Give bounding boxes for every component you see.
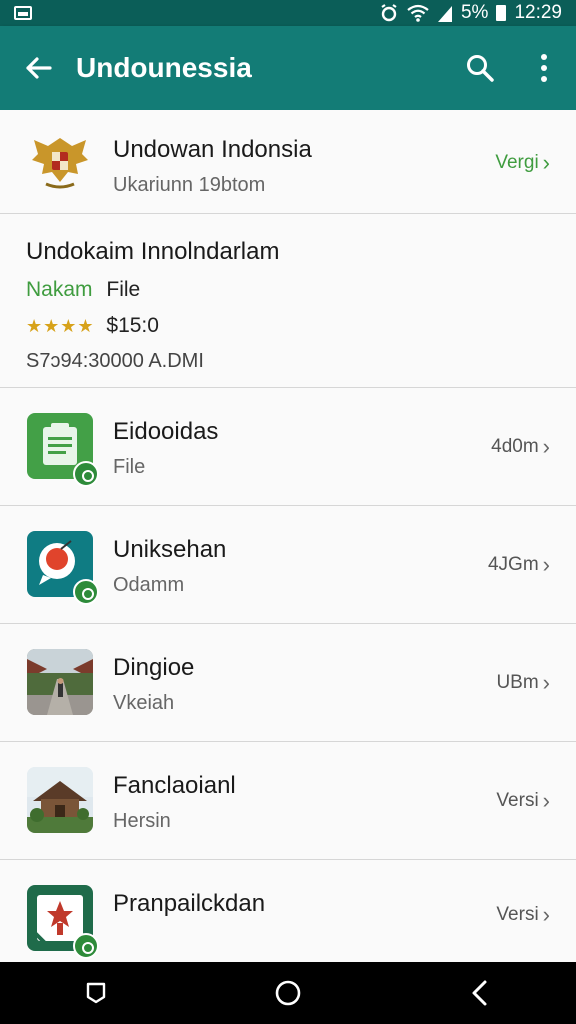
item-size-label: 4d0m: [491, 436, 539, 457]
item-size-label: UBm: [496, 672, 539, 693]
back-arrow-icon: [26, 57, 52, 79]
home-circle-icon: [275, 980, 301, 1006]
detail-tag: Nakam: [26, 278, 93, 301]
wifi-icon: [407, 4, 429, 22]
signal-icon: [437, 6, 452, 22]
detail-card[interactable]: Undokaim Innolndarlam Nakam File ★★★★ $1…: [0, 214, 576, 388]
app-bar: Undounessia: [0, 26, 576, 110]
detail-title: Undokaim Innolndarlam: [26, 238, 280, 265]
notification-icon: [14, 6, 32, 20]
alarm-icon: [381, 4, 397, 22]
list-item[interactable]: Uniksehan Odamm 4JGm ›: [0, 506, 576, 624]
chat-icon: [27, 531, 99, 605]
detail-type: File: [106, 278, 141, 301]
item-version-label: Versi: [496, 904, 539, 925]
search-icon: [467, 55, 494, 82]
item-subtitle: Vkeiah: [113, 692, 175, 714]
recents-icon: [86, 982, 106, 1004]
chevron-right-icon: ›: [542, 902, 550, 927]
chevron-right-icon: ›: [542, 150, 550, 175]
item-subtitle: Odamm: [113, 574, 185, 596]
chevron-right-icon: ›: [542, 552, 550, 577]
featured-version: Vergi ›: [495, 150, 550, 176]
item-name: Uniksehan: [113, 536, 227, 563]
item-size: 4d0m ›: [491, 434, 550, 460]
list-item[interactable]: Pranpailckdan Versi ›: [0, 860, 576, 962]
search-button[interactable]: [448, 26, 512, 110]
item-subtitle: File: [113, 456, 146, 478]
featured-subtitle: Ukariunn 19btom: [113, 174, 266, 196]
item-size: 4JGm ›: [488, 552, 550, 578]
emblem-icon: [27, 885, 99, 959]
rating-stars: ★★★★: [26, 316, 95, 336]
featured-name: Undowan Indonsia: [113, 136, 312, 163]
recents-button[interactable]: [66, 962, 126, 1024]
detail-price: $15:0: [106, 314, 159, 337]
item-subtitle: Hersin: [113, 810, 171, 832]
system-nav-bar: [0, 962, 576, 1024]
item-name: Fanclaoianl: [113, 772, 236, 799]
page-title: Undounessia: [76, 52, 252, 83]
android-badge-icon: [73, 461, 99, 487]
home-button[interactable]: [258, 962, 318, 1024]
list-item[interactable]: Fanclaoianl Hersin Versi ›: [0, 742, 576, 860]
more-options-button[interactable]: [512, 26, 576, 110]
featured-version-label: Vergi: [495, 152, 539, 173]
photo-icon: [27, 649, 93, 715]
detail-id: S7ↄ94:30000 A.DMI: [26, 350, 204, 372]
clock: 12:29: [514, 2, 562, 23]
chevron-right-icon: ›: [542, 670, 550, 695]
featured-item[interactable]: Undowan Indonsia Ukariunn 19btom Vergi ›: [0, 110, 576, 214]
chevron-right-icon: ›: [542, 434, 550, 459]
back-button[interactable]: [0, 26, 76, 110]
document-icon: [27, 413, 99, 487]
more-vert-icon: [541, 54, 547, 82]
back-triangle-icon: [472, 980, 487, 1006]
item-name: Dingioe: [113, 654, 195, 681]
android-badge-icon: [73, 933, 99, 959]
item-name: Pranpailckdan: [113, 890, 266, 917]
house-photo-icon: [27, 767, 93, 833]
battery-level: 5%: [460, 2, 489, 23]
status-bar: 5% 12:29: [0, 0, 576, 26]
list-item[interactable]: Dingioe Vkeiah UBm ›: [0, 624, 576, 742]
battery-icon: [496, 5, 507, 21]
item-version: Versi ›: [496, 902, 550, 928]
android-badge-icon: [73, 579, 99, 605]
garuda-emblem-icon: [28, 130, 92, 194]
item-name: Eidooidas: [113, 418, 219, 445]
item-size: UBm ›: [496, 670, 550, 696]
results-list: Undowan Indonsia Ukariunn 19btom Vergi ›…: [0, 110, 576, 962]
back-nav-button[interactable]: [450, 962, 510, 1024]
chevron-right-icon: ›: [542, 788, 550, 813]
item-version-label: Versi: [496, 790, 539, 811]
item-version: Versi ›: [496, 788, 550, 814]
item-size-label: 4JGm: [487, 554, 539, 575]
list-item[interactable]: Eidooidas File 4d0m ›: [0, 388, 576, 506]
